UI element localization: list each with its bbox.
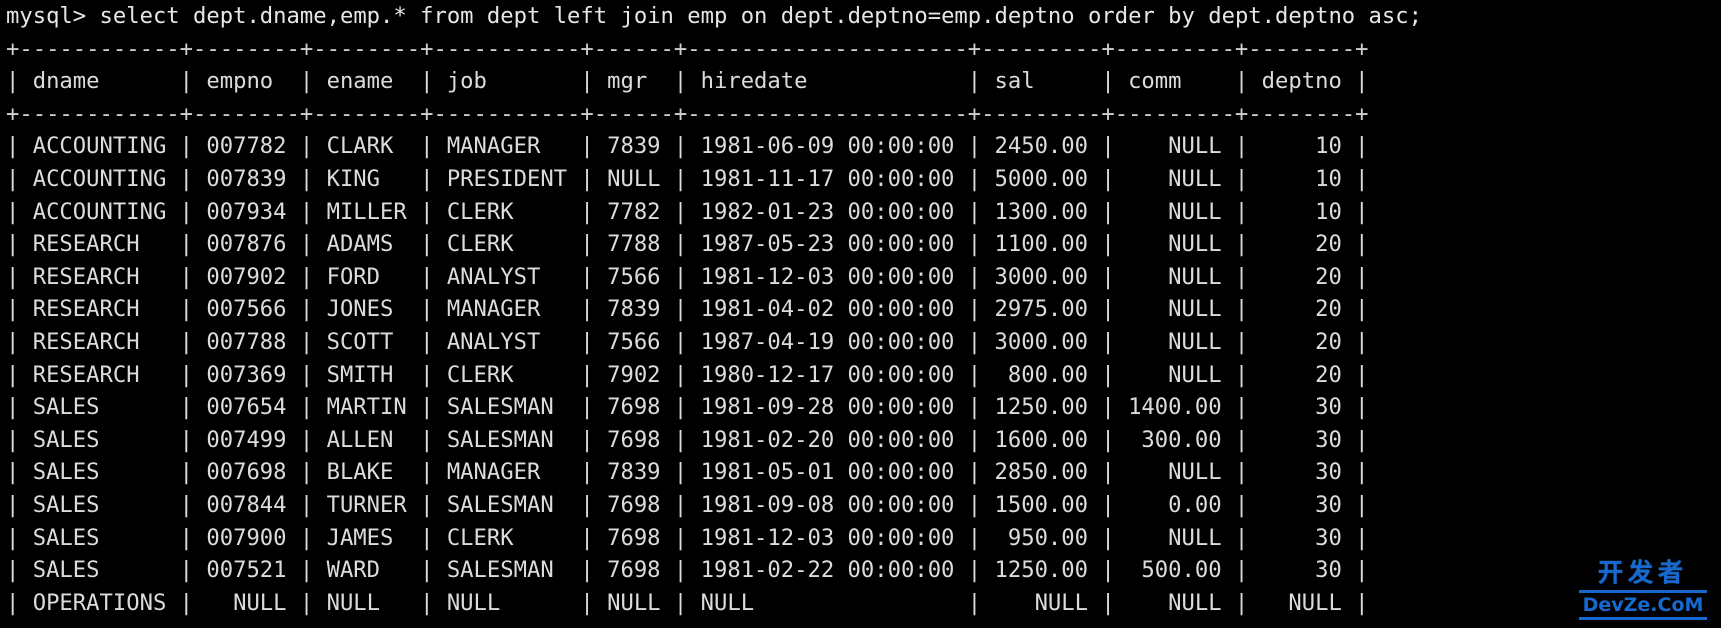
table-row: | RESEARCH | 007788 | SCOTT | ANALYST | … <box>6 328 1369 355</box>
table-top-border: +------------+--------+--------+--------… <box>6 35 1369 62</box>
table-header-border: +------------+--------+--------+--------… <box>6 100 1369 127</box>
table-row: | SALES | 007844 | TURNER | SALESMAN | 7… <box>6 491 1369 518</box>
table-bottom-border: +------------+--------+--------+--------… <box>0 619 1721 628</box>
terminal-scroll-area: ERROR 1051 (42S02): Unknown table 'e mys… <box>0 0 1721 628</box>
query-command-line: mysql> select dept.dname,emp.* from dept… <box>0 0 1721 33</box>
table-row: | SALES | 007654 | MARTIN | SALESMAN | 7… <box>6 394 1369 421</box>
table-row: | ACCOUNTING | 007839 | KING | PRESIDENT… <box>6 165 1369 192</box>
table-row: | RESEARCH | 007902 | FORD | ANALYST | 7… <box>6 263 1369 290</box>
table-row: | SALES | 007900 | JAMES | CLERK | 7698 … <box>6 524 1369 551</box>
watermark-divider-bottom <box>1579 617 1707 620</box>
table-body: | ACCOUNTING | 007782 | CLARK | MANAGER … <box>0 130 1721 619</box>
mysql-prompt: mysql> <box>6 3 100 29</box>
watermark: 开发者 DevZe.CoM <box>1579 558 1707 620</box>
watermark-latin-text: DevZe.CoM <box>1582 594 1704 616</box>
table-row: | RESEARCH | 007566 | JONES | MANAGER | … <box>6 296 1369 323</box>
terminal-window[interactable]: ERROR 1051 (42S02): Unknown table 'e mys… <box>0 0 1721 628</box>
table-row: | SALES | 007499 | ALLEN | SALESMAN | 76… <box>6 426 1369 453</box>
table-row: | OPERATIONS | NULL | NULL | NULL | NULL… <box>6 589 1369 616</box>
table-row: | RESEARCH | 007369 | SMITH | CLERK | 79… <box>6 361 1369 388</box>
sql-query-text: select dept.dname,emp.* from dept left j… <box>99 3 1422 29</box>
table-row: | SALES | 007521 | WARD | SALESMAN | 769… <box>6 557 1369 584</box>
watermark-divider-top <box>1579 590 1707 593</box>
table-row: | RESEARCH | 007876 | ADAMS | CLERK | 77… <box>6 231 1369 258</box>
table-row: | ACCOUNTING | 007934 | MILLER | CLERK |… <box>6 198 1369 225</box>
watermark-chinese-text: 开发者 <box>1597 558 1688 587</box>
table-row: | SALES | 007698 | BLAKE | MANAGER | 783… <box>6 459 1369 486</box>
table-row: | ACCOUNTING | 007782 | CLARK | MANAGER … <box>6 133 1369 160</box>
table-header-row: | dname | empno | ename | job | mgr | hi… <box>6 68 1369 95</box>
